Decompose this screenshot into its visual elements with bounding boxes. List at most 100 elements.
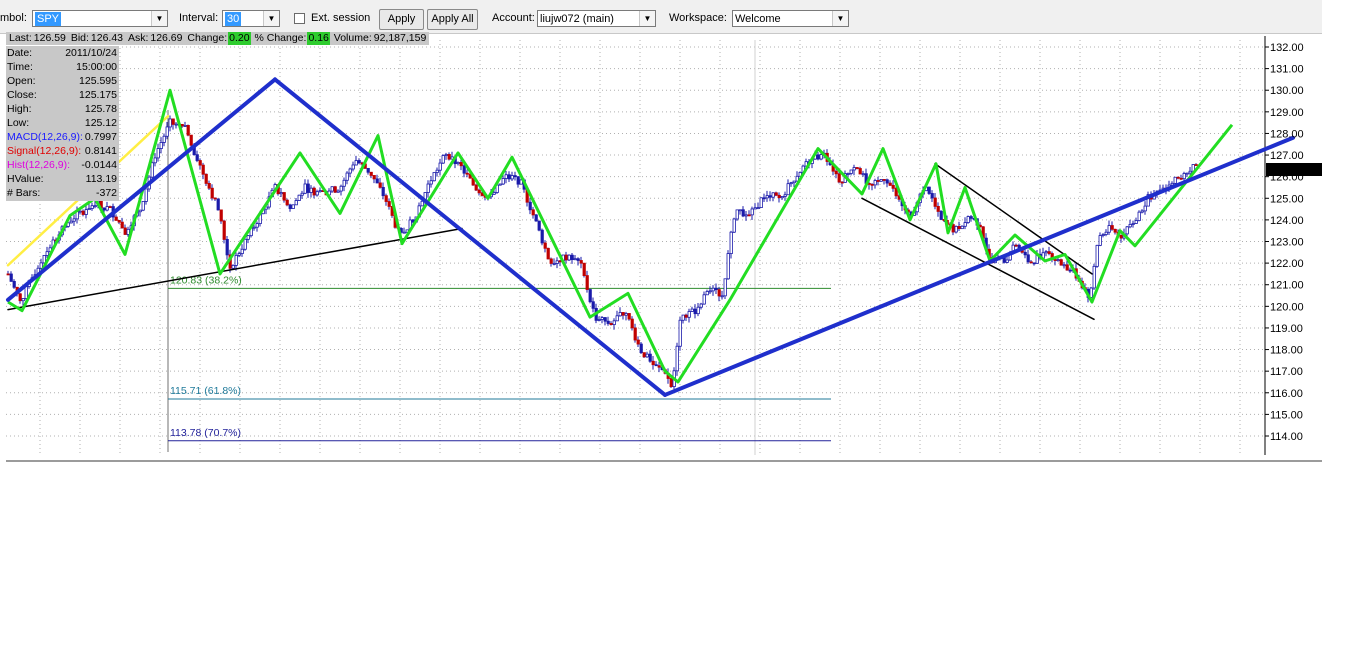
- candle-body: [612, 320, 616, 326]
- interval-label: Interval:: [179, 12, 219, 24]
- candle-body: [69, 220, 73, 224]
- candle-body: [1065, 264, 1069, 271]
- candle-body: [600, 317, 604, 320]
- interval-combo[interactable]: 30 ▼: [222, 10, 280, 27]
- price-tick-label: 127.00: [1270, 150, 1304, 162]
- candle-body: [231, 264, 235, 269]
- candle-body: [78, 210, 82, 213]
- symbol-combo[interactable]: SPY ▼: [32, 10, 168, 27]
- price-tick-label: 117.00: [1270, 366, 1303, 378]
- chevron-down-icon[interactable]: ▼: [151, 11, 167, 26]
- candle-body: [102, 207, 106, 211]
- apply-all-button[interactable]: Apply All: [427, 9, 478, 30]
- candle-body: [717, 289, 721, 297]
- candle-body: [156, 148, 160, 159]
- candle-body: [555, 260, 559, 264]
- candle-body: [294, 200, 298, 206]
- candle-body: [1044, 251, 1048, 254]
- candle-body: [81, 210, 85, 215]
- candle-body: [39, 262, 43, 269]
- candle-body: [690, 308, 694, 312]
- candle-body: [426, 183, 430, 193]
- candle-body: [738, 209, 742, 212]
- candle-body: [366, 167, 370, 173]
- candle-body: [708, 290, 712, 293]
- pct-change-label: % Change:: [254, 32, 307, 44]
- candle-body: [576, 258, 580, 261]
- candle-body: [354, 160, 358, 166]
- candle-body: [456, 162, 460, 165]
- price-tick-label: 132.00: [1270, 42, 1304, 54]
- candle-body: [18, 293, 22, 302]
- candle-body: [726, 253, 730, 280]
- candle-body: [441, 155, 445, 164]
- workspace-label: Workspace:: [669, 12, 727, 24]
- candle-body: [165, 126, 169, 137]
- candle-body: [462, 165, 466, 174]
- bid-label: Bid:: [70, 32, 89, 44]
- info-row: MACD(12,26,9): 0.7997: [6, 130, 119, 144]
- candle-body: [543, 242, 547, 249]
- candle-body: [1176, 176, 1180, 179]
- candle-body: [792, 180, 796, 184]
- candle-body: [1098, 235, 1102, 246]
- candle-body: [783, 194, 787, 197]
- candle-body: [435, 169, 439, 173]
- price-tick-label: 118.00: [1270, 345, 1303, 357]
- candle-body: [291, 204, 295, 209]
- candle-body: [582, 262, 586, 276]
- candle-body: [225, 239, 229, 256]
- candle-body: [681, 314, 685, 321]
- candle-body: [684, 314, 688, 318]
- candle-body: [873, 180, 877, 186]
- ext-session-checkbox[interactable]: [294, 13, 305, 24]
- candle-body: [669, 378, 673, 388]
- ask-value: 126.69: [150, 32, 183, 44]
- candle-body: [189, 134, 193, 146]
- candle-body: [756, 207, 760, 209]
- candle-body: [1185, 172, 1189, 175]
- candle-body: [768, 195, 772, 198]
- candle-body: [627, 313, 631, 320]
- account-combo[interactable]: liujw072 (main) ▼: [537, 10, 656, 27]
- price-tick-label: 119.00: [1270, 323, 1303, 335]
- candle-body: [24, 286, 28, 299]
- apply-button[interactable]: Apply: [379, 9, 424, 30]
- info-value: -372: [95, 187, 117, 199]
- candle-body: [6, 273, 10, 276]
- candle-body: [1128, 224, 1132, 228]
- candle-body: [198, 160, 202, 166]
- candle-body: [657, 365, 661, 368]
- info-key: MACD(12,26,9):: [7, 131, 83, 143]
- candle-body: [693, 308, 697, 315]
- candle-body: [819, 154, 823, 160]
- candle-body: [255, 223, 259, 228]
- candle-body: [288, 204, 292, 209]
- candle-body: [459, 162, 463, 167]
- chevron-down-icon[interactable]: ▼: [832, 11, 848, 26]
- candle-body: [438, 162, 442, 171]
- chevron-down-icon[interactable]: ▼: [639, 11, 655, 26]
- candle-body: [747, 214, 751, 217]
- price-tick-label: 115.00: [1270, 409, 1303, 421]
- last-label: Last:: [9, 32, 32, 44]
- candle-body: [621, 312, 625, 316]
- candle-body: [315, 191, 319, 196]
- candle-body: [171, 118, 175, 125]
- candle-body: [774, 192, 778, 196]
- candle-body: [705, 291, 709, 296]
- candle-body: [651, 360, 655, 366]
- candle-body: [162, 135, 166, 143]
- price-tick-label: 123.00: [1270, 237, 1304, 249]
- info-key: Hist(12,26,9):: [7, 159, 71, 171]
- candle-body: [465, 172, 469, 175]
- candle-body: [507, 174, 511, 180]
- chevron-down-icon[interactable]: ▼: [263, 11, 279, 26]
- workspace-combo[interactable]: Welcome ▼: [732, 10, 849, 27]
- info-value: 125.78: [84, 103, 117, 115]
- price-chart-svg[interactable]: 120.83 (38.2%) 115.71 (61.8%) 113.78 (70.7…: [0, 34, 1322, 462]
- info-row: Time: 15:00:00: [6, 60, 119, 74]
- price-chart[interactable]: 120.83 (38.2%) 115.71 (61.8%) 113.78 (70.7…: [0, 34, 1322, 462]
- candle-body: [849, 169, 853, 174]
- candle-body: [1119, 234, 1123, 239]
